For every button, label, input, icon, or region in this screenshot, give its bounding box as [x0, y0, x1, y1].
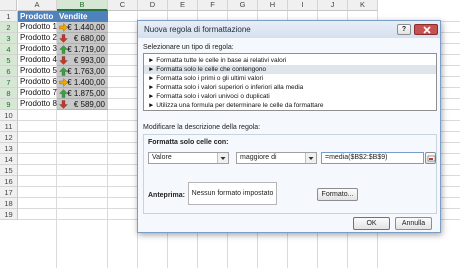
- range-select-button[interactable]: [425, 152, 436, 164]
- header-cell-a[interactable]: Prodotto: [18, 11, 57, 22]
- row-header-13[interactable]: 13: [0, 143, 18, 154]
- preview-box: Nessun formato impostato: [188, 182, 277, 205]
- row-header-1[interactable]: 1: [0, 11, 18, 22]
- row-header-8[interactable]: 8: [0, 88, 18, 99]
- row-header-16[interactable]: 16: [0, 176, 18, 187]
- sales-value-cell[interactable]: € 1.763,00: [57, 66, 108, 77]
- product-name-cell[interactable]: Prodotto 5: [18, 66, 57, 76]
- row-header-4[interactable]: 4: [0, 44, 18, 55]
- operator-value: maggiore di: [240, 154, 277, 161]
- sales-value: € 1.875,00: [67, 89, 105, 98]
- row-header-5[interactable]: 5: [0, 55, 18, 66]
- row-header-2[interactable]: 2: [0, 22, 18, 33]
- row-header-19[interactable]: 19: [0, 209, 18, 220]
- new-formatting-rule-dialog: Nuova regola di formattazione ? Selezion…: [137, 20, 441, 233]
- dialog-titlebar: Nuova regola di formattazione: [138, 21, 440, 38]
- product-name-cell[interactable]: Prodotto 2: [18, 33, 57, 43]
- row-header-17[interactable]: 17: [0, 187, 18, 198]
- rule-type-item[interactable]: ► Formatta solo i valori superiori o inf…: [144, 83, 436, 92]
- formula-input[interactable]: =media($B$2:$B$9): [321, 152, 424, 164]
- row-header-11[interactable]: 11: [0, 121, 18, 132]
- rule-type-item[interactable]: ► Formatta tutte le celle in base ai rel…: [144, 56, 436, 65]
- chevron-down-icon: [308, 157, 314, 160]
- row-header-7[interactable]: 7: [0, 77, 18, 88]
- sales-value: € 1.440,00: [67, 23, 105, 32]
- column-header-j[interactable]: J: [318, 0, 348, 11]
- column-header-c[interactable]: C: [108, 0, 138, 11]
- product-name-cell[interactable]: Prodotto 6: [18, 77, 57, 87]
- product-name-cell[interactable]: Prodotto 7: [18, 88, 57, 98]
- product-name-cell[interactable]: Prodotto 8: [18, 99, 57, 109]
- row-header-9[interactable]: 9: [0, 99, 18, 110]
- format-only-label: Formatta solo celle con:: [148, 139, 229, 146]
- sales-value-cell[interactable]: € 1.875,00: [57, 88, 108, 99]
- rule-type-item[interactable]: ► Formatta solo le celle che contengono: [144, 65, 436, 74]
- row-header-3[interactable]: 3: [0, 33, 18, 44]
- sales-value-cell[interactable]: € 589,00: [57, 99, 108, 110]
- sales-value: € 993,00: [73, 56, 105, 65]
- column-header-g[interactable]: G: [228, 0, 258, 11]
- header-cell-b[interactable]: Vendite: [57, 11, 108, 22]
- column-header-b[interactable]: B: [57, 0, 108, 11]
- dialog-title: Nuova regola di formattazione: [144, 25, 251, 34]
- preview-text: Nessun formato impostato: [191, 190, 274, 197]
- edit-description-label: Modificare la descrizione della regola:: [143, 124, 261, 131]
- condition-type-value: Valore: [152, 154, 172, 161]
- close-icon: [423, 26, 431, 34]
- sales-value-cell[interactable]: € 993,00: [57, 55, 108, 66]
- arrow-down-icon: [59, 34, 68, 43]
- sales-value: € 1.719,00: [67, 45, 105, 54]
- row-header-6[interactable]: 6: [0, 66, 18, 77]
- chevron-down-icon: [220, 157, 226, 160]
- column-header-d[interactable]: D: [138, 0, 168, 11]
- row-header-10[interactable]: 10: [0, 110, 18, 121]
- condition-type-select[interactable]: Valore: [148, 152, 229, 164]
- row-header-18[interactable]: 18: [0, 198, 18, 209]
- row-header-12[interactable]: 12: [0, 132, 18, 143]
- column-header-a[interactable]: A: [18, 0, 57, 11]
- corner-cell[interactable]: [0, 0, 17, 11]
- help-button[interactable]: ?: [397, 24, 411, 35]
- rule-type-item[interactable]: ► Formatta solo i primi o gli ultimi val…: [144, 74, 436, 83]
- column-header-f[interactable]: F: [198, 0, 228, 11]
- sales-value-cell[interactable]: € 1.719,00: [57, 44, 108, 55]
- operator-select[interactable]: maggiore di: [236, 152, 317, 164]
- product-name-cell[interactable]: Prodotto 1: [18, 22, 57, 32]
- dropdown-button[interactable]: [217, 153, 228, 163]
- rule-type-item[interactable]: ► Formatta solo i valori univoci o dupli…: [144, 92, 436, 101]
- cancel-button[interactable]: Annulla: [395, 217, 432, 230]
- sales-value: € 1.400,00: [67, 78, 105, 87]
- rule-type-item[interactable]: ► Utilizza una formula per determinare l…: [144, 101, 436, 110]
- row-header-15[interactable]: 15: [0, 165, 18, 176]
- format-button[interactable]: Formato...: [317, 188, 358, 201]
- rule-description-group: Formatta solo celle con: Valore maggiore…: [143, 134, 437, 214]
- column-header-i[interactable]: I: [288, 0, 318, 11]
- ok-button[interactable]: OK: [353, 217, 390, 230]
- formula-value: =media($B$2:$B$9): [325, 154, 388, 161]
- sales-value: € 589,00: [73, 100, 105, 109]
- sales-value-cell[interactable]: € 680,00: [57, 33, 108, 44]
- column-header-e[interactable]: E: [168, 0, 198, 11]
- select-rule-type-label: Selezionare un tipo di regola:: [143, 44, 234, 51]
- sales-value: € 1.763,00: [67, 67, 105, 76]
- column-header-k[interactable]: K: [348, 0, 378, 11]
- arrow-down-icon: [59, 100, 68, 109]
- dropdown-button[interactable]: [305, 153, 316, 163]
- sales-value: € 680,00: [73, 34, 105, 43]
- close-button[interactable]: [414, 24, 438, 35]
- product-name-cell[interactable]: Prodotto 3: [18, 44, 57, 54]
- rule-type-list[interactable]: ► Formatta tutte le celle in base ai rel…: [143, 53, 437, 111]
- preview-label: Anteprima:: [148, 192, 185, 199]
- product-name-cell[interactable]: Prodotto 4: [18, 55, 57, 65]
- arrow-down-icon: [59, 56, 68, 65]
- row-header-14[interactable]: 14: [0, 154, 18, 165]
- collapse-dialog-icon: [427, 155, 436, 162]
- sales-value-cell[interactable]: € 1.400,00: [57, 77, 108, 88]
- sales-value-cell[interactable]: € 1.440,00: [57, 22, 108, 33]
- column-header-h[interactable]: H: [258, 0, 288, 11]
